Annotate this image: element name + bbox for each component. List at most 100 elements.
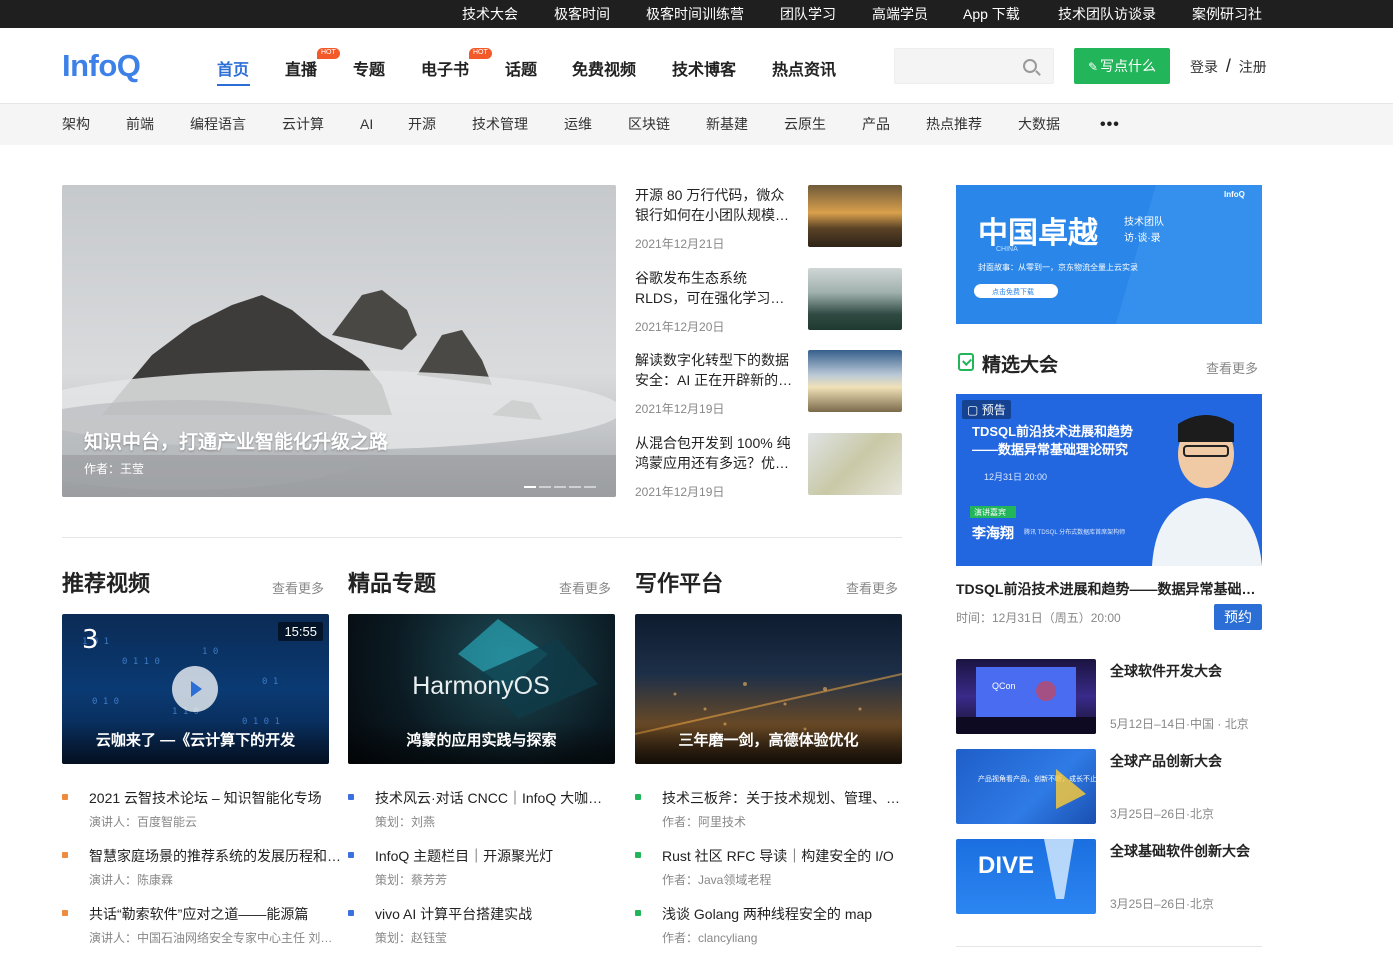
category-item[interactable]: 产品 (862, 104, 890, 145)
news-title[interactable]: 从混合包开发到 100% 纯鸿蒙应用还有多远？优… (635, 433, 795, 473)
topbar-link[interactable]: 技术团队访谈录 (1058, 0, 1156, 28)
nav-item-topics[interactable]: 专题 (353, 56, 385, 80)
conference-item[interactable]: 产品视角看产品，创新不断，成长不止 全球产品创新大会 3月25日–26日·北京 (956, 749, 1262, 824)
live-title[interactable]: TDSQL前沿技术进展和趋势——数据异常基础… (956, 579, 1262, 599)
nav-item-free-video[interactable]: 免费视频 (572, 56, 636, 80)
news-item[interactable]: 谷歌发布生态系统 RLDS，可在强化学习… 2021年12月20日 (635, 268, 902, 334)
list-item-title[interactable]: 浅谈 Golang 两种线程安全的 map (662, 905, 916, 923)
play-icon[interactable] (172, 666, 218, 712)
conference-thumbnail[interactable]: QCon (956, 659, 1096, 734)
list-item[interactable]: 技术三板斧：关于技术规划、管理、… 作者：阿里技术 (635, 789, 903, 833)
carousel-dot[interactable] (539, 486, 551, 488)
topbar-link[interactable]: App 下载 (963, 0, 1020, 28)
news-title[interactable]: 开源 80 万行代码，微众银行如何在小团队规模… (635, 185, 795, 225)
nav-item-tech-blog[interactable]: 技术博客 (672, 56, 736, 80)
list-item[interactable]: InfoQ 主题栏目｜开源聚光灯 策划：蔡芳芳 (348, 847, 616, 891)
reserve-button[interactable]: 预约 (1214, 604, 1262, 630)
nav-item-subjects[interactable]: 话题 (505, 56, 537, 80)
news-thumbnail[interactable] (808, 268, 902, 330)
conference-item[interactable]: QCon 全球软件开发大会 5月12日–14日·中国 · 北京 (956, 659, 1262, 734)
see-more-link[interactable]: 查看更多 (272, 578, 324, 597)
list-item-title[interactable]: Rust 社区 RFC 导读｜构建安全的 I/O (662, 847, 916, 865)
topbar-link[interactable]: 案例研习社 (1192, 0, 1262, 28)
carousel-dot[interactable] (569, 486, 581, 488)
list-item[interactable]: 2021 云智技术论坛 – 知识智能化专场 演讲人：百度智能云 (62, 789, 330, 833)
list-item[interactable]: 浅谈 Golang 两种线程安全的 map 作者：clancyliang (635, 905, 903, 949)
news-item[interactable]: 从混合包开发到 100% 纯鸿蒙应用还有多远？优… 2021年12月19日 (635, 433, 902, 499)
write-button[interactable]: ✎ 写点什么 (1074, 48, 1170, 84)
nav-item-hot-news[interactable]: 热点资讯 (772, 56, 836, 80)
category-item[interactable]: 前端 (126, 104, 154, 145)
carousel-dot[interactable] (524, 486, 536, 488)
card-title[interactable]: 三年磨一剑，高德体验优化 (635, 722, 902, 764)
hero-carousel[interactable]: 知识中台，打通产业智能化升级之路 作者：王莹 (62, 185, 616, 497)
conference-name[interactable]: 全球软件开发大会 (1110, 661, 1222, 681)
conference-name[interactable]: 全球产品创新大会 (1110, 751, 1222, 771)
topbar-link[interactable]: 极客时间 (554, 0, 610, 28)
topic-card[interactable]: HarmonyOS 鸿蒙的应用实践与探索 (348, 614, 615, 764)
list-item-title[interactable]: 技术三板斧：关于技术规划、管理、… (662, 789, 916, 807)
conference-item[interactable]: DIVE 全球基础软件创新大会 3月25日–26日·北京 (956, 839, 1262, 914)
conference-name[interactable]: 全球基础软件创新大会 (1110, 841, 1250, 861)
register-link[interactable]: 注册 (1239, 59, 1267, 75)
category-item[interactable]: 热点推荐 (926, 104, 982, 145)
live-time: 时间：12月31日（周五）20:00 (956, 611, 1121, 625)
list-item-title[interactable]: vivo AI 计算平台搭建实战 (375, 905, 629, 923)
list-item[interactable]: vivo AI 计算平台搭建实战 策划：赵钰莹 (348, 905, 616, 949)
conference-thumbnail[interactable]: DIVE (956, 839, 1096, 914)
news-thumbnail[interactable] (808, 433, 902, 495)
card-title[interactable]: 云咖来了 —《云计算下的开发 (62, 722, 329, 764)
list-item-title[interactable]: 技术风云·对话 CNCC｜InfoQ 大咖… (375, 789, 629, 807)
topbar-link[interactable]: 团队学习 (780, 0, 836, 28)
card-title[interactable]: 鸿蒙的应用实践与探索 (348, 722, 615, 764)
search-input[interactable] (894, 48, 1054, 84)
category-item[interactable]: 大数据 (1018, 104, 1060, 145)
more-dots-icon[interactable]: ••• (1100, 116, 1120, 134)
news-title[interactable]: 解读数字化转型下的数据安全：AI 正在开辟新的… (635, 350, 795, 390)
live-card-line2: ——数据异常基础理论研究 (972, 442, 1128, 457)
search-icon[interactable] (1023, 59, 1037, 73)
news-item[interactable]: 开源 80 万行代码，微众银行如何在小团队规模… 2021年12月21日 (635, 185, 902, 251)
category-item[interactable]: 云计算 (282, 104, 324, 145)
list-item[interactable]: 共话“勒索软件”应对之道——能源篇 演讲人：中国石油网络安全专家中心主任 刘磊… (62, 905, 343, 949)
list-item-title[interactable]: InfoQ 主题栏目｜开源聚光灯 (375, 847, 629, 865)
list-item-title[interactable]: 共话“勒索软件”应对之道——能源篇 (89, 905, 343, 923)
category-item[interactable]: 云原生 (784, 104, 826, 145)
list-item-title[interactable]: 智慧家庭场景的推荐系统的发展历程和… (89, 847, 343, 865)
carousel-dot[interactable] (554, 486, 566, 488)
list-item[interactable]: Rust 社区 RFC 导读｜构建安全的 I/O 作者：Java领域老程 (635, 847, 903, 891)
category-item[interactable]: 架构 (62, 104, 90, 145)
category-item[interactable]: 运维 (564, 104, 592, 145)
news-item[interactable]: 解读数字化转型下的数据安全：AI 正在开辟新的… 2021年12月19日 (635, 350, 902, 416)
infoq-logo[interactable]: InfoQ (62, 48, 141, 84)
category-item[interactable]: 编程语言 (190, 104, 246, 145)
nav-item-ebooks[interactable]: 电子书 (421, 56, 469, 80)
category-item[interactable]: AI (360, 104, 373, 145)
login-link[interactable]: 登录 (1190, 59, 1218, 75)
see-more-link[interactable]: 查看更多 (559, 578, 611, 597)
see-more-link[interactable]: 查看更多 (846, 578, 898, 597)
news-thumbnail[interactable] (808, 185, 902, 247)
category-item[interactable]: 技术管理 (472, 104, 528, 145)
topbar-link[interactable]: 技术大会 (462, 0, 518, 28)
list-item[interactable]: 智慧家庭场景的推荐系统的发展历程和… 演讲人：陈康霖 (62, 847, 341, 891)
carousel-dot[interactable] (584, 486, 596, 488)
interview-banner[interactable]: 中国卓越 CHINA 技术团队 访·谈·录 InfoQ 封面故事：从零到一，京东… (956, 185, 1262, 324)
hero-title[interactable]: 知识中台，打通产业智能化升级之路 (84, 427, 388, 454)
video-card[interactable]: 1 0 10 1 1 01 00 1 0 1 01 1 00 1 0 1 3 1… (62, 614, 329, 764)
writing-card[interactable]: 三年磨一剑，高德体验优化 (635, 614, 902, 764)
category-item[interactable]: 开源 (408, 104, 436, 145)
conference-thumbnail[interactable]: 产品视角看产品，创新不断，成长不止 (956, 749, 1096, 824)
live-preview-card[interactable]: TDSQL前沿技术进展和趋势 ——数据异常基础理论研究 12月31日 20:00… (956, 394, 1262, 566)
nav-item-live[interactable]: 直播 (285, 56, 317, 80)
nav-item-home[interactable]: 首页 (217, 56, 249, 80)
list-item-title[interactable]: 2021 云智技术论坛 – 知识智能化专场 (89, 789, 343, 807)
news-thumbnail[interactable] (808, 350, 902, 412)
category-item[interactable]: 区块链 (628, 104, 670, 145)
topbar-link[interactable]: 极客时间训练营 (646, 0, 744, 28)
see-more-link[interactable]: 查看更多 (1206, 358, 1258, 377)
news-title[interactable]: 谷歌发布生态系统 RLDS，可在强化学习… (635, 268, 795, 308)
category-item[interactable]: 新基建 (706, 104, 748, 145)
topbar-link[interactable]: 高端学员 (872, 0, 928, 28)
list-item[interactable]: 技术风云·对话 CNCC｜InfoQ 大咖… 策划：刘燕 (348, 789, 616, 833)
